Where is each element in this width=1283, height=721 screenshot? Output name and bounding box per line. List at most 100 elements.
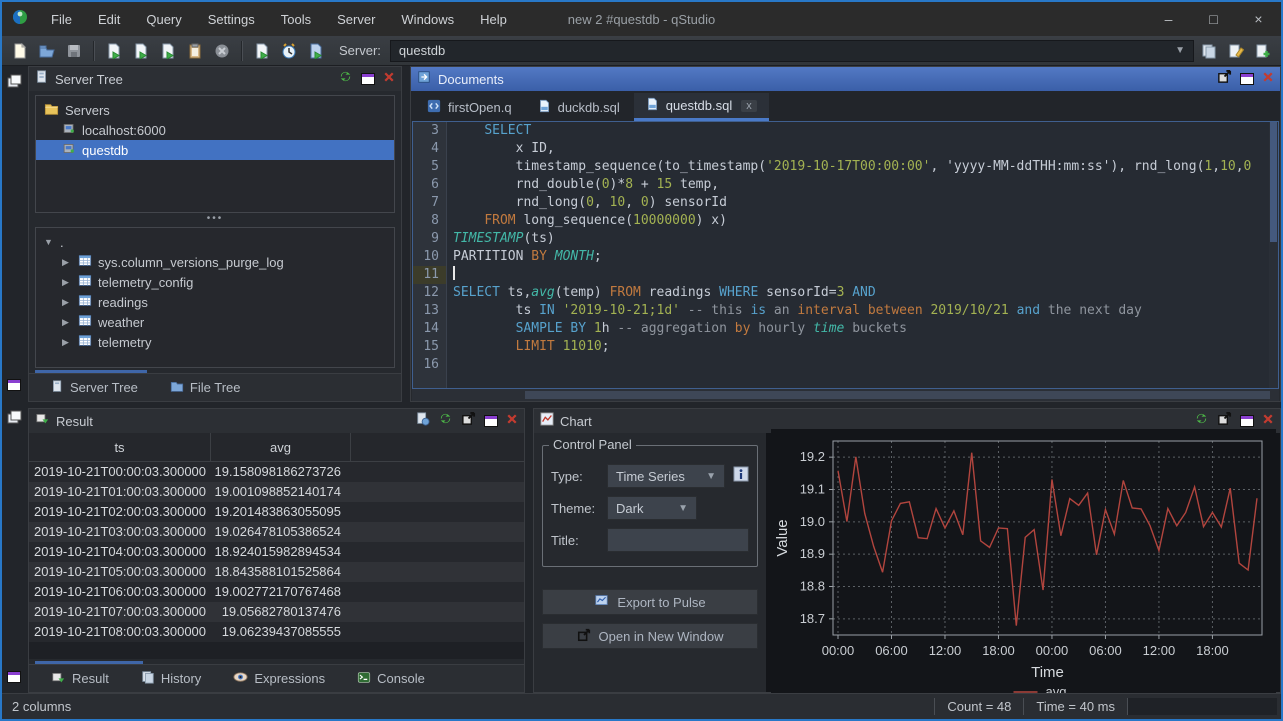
tree-item-table[interactable]: ▶weather xyxy=(36,312,394,332)
cell-ts[interactable]: 2019-10-21T07:00:03.300000 xyxy=(29,602,211,622)
cell-avg[interactable]: 19.002772170767468 xyxy=(211,582,351,602)
tree-item-table[interactable]: ▶telemetry_config xyxy=(36,272,394,292)
tree-item-servers-folder[interactable]: Servers xyxy=(36,100,394,120)
tab-expressions[interactable]: Expressions xyxy=(221,665,337,692)
code-line[interactable]: x ID, xyxy=(447,140,1278,158)
save-icon[interactable] xyxy=(62,39,86,63)
close-panel-icon[interactable] xyxy=(383,70,395,88)
table-row[interactable]: 2019-10-21T03:00:03.30000019.02647810538… xyxy=(29,522,524,542)
add-server-icon[interactable] xyxy=(1251,39,1275,63)
cell-avg[interactable]: 19.158098186273726 xyxy=(211,462,351,482)
vertical-splitter[interactable] xyxy=(525,408,533,693)
open-in-new-window-icon[interactable] xyxy=(1217,69,1232,89)
code-line[interactable]: FROM long_sequence(10000000) x) xyxy=(447,212,1278,230)
tree-item-table[interactable]: ▶telemetry xyxy=(36,332,394,352)
column-header-avg[interactable]: avg xyxy=(211,433,351,461)
minimized-panel-icon[interactable] xyxy=(7,379,21,391)
chevron-collapsed-icon[interactable]: ▶ xyxy=(62,297,72,308)
tab-file-tree[interactable]: File Tree xyxy=(158,374,253,401)
refresh-icon[interactable] xyxy=(438,411,453,431)
tab-duckdb-sql[interactable]: duckdb.sql xyxy=(526,93,632,121)
copy-server-icon[interactable] xyxy=(1197,39,1221,63)
table-row[interactable]: 2019-10-21T05:00:03.30000018.84358810152… xyxy=(29,562,524,582)
open-file-icon[interactable] xyxy=(35,39,59,63)
code-line[interactable]: rnd_long(0, 10, 0) sensorId xyxy=(447,194,1278,212)
cell-avg[interactable]: 19.05682780137476 xyxy=(211,602,351,622)
cell-avg[interactable]: 19.001098852140174 xyxy=(211,482,351,502)
cell-ts[interactable]: 2019-10-21T04:00:03.300000 xyxy=(29,542,211,562)
run-script-icon[interactable] xyxy=(250,39,274,63)
editor-hscrollbar[interactable] xyxy=(412,389,1279,401)
tree-splitter[interactable]: ••• xyxy=(29,213,401,223)
cell-avg[interactable]: 19.026478105386524 xyxy=(211,522,351,542)
tab-console[interactable]: Console xyxy=(345,665,437,692)
new-document-icon[interactable] xyxy=(8,39,32,63)
menu-query[interactable]: Query xyxy=(135,8,192,31)
menu-server[interactable]: Server xyxy=(326,8,386,31)
restore-window-icon[interactable] xyxy=(1240,415,1254,427)
cell-avg[interactable]: 19.201483863055095 xyxy=(211,502,351,522)
cell-ts[interactable]: 2019-10-21T01:00:03.300000 xyxy=(29,482,211,502)
minimize-button[interactable]: – xyxy=(1146,2,1191,36)
run-line-icon[interactable] xyxy=(129,39,153,63)
tab-result[interactable]: Result xyxy=(39,665,121,692)
script-run-icon[interactable] xyxy=(304,39,328,63)
tree-item-table[interactable]: ▶readings xyxy=(36,292,394,312)
tree-item-db-root[interactable]: ▼ . xyxy=(36,232,394,252)
theme-select[interactable]: Dark ▼ xyxy=(607,496,697,520)
restore-window-icon[interactable] xyxy=(361,73,375,85)
open-in-new-window-button[interactable]: Open in New Window xyxy=(542,623,758,649)
cell-ts[interactable]: 2019-10-21T06:00:03.300000 xyxy=(29,582,211,602)
tab-firstopen-q[interactable]: firstOpen.q xyxy=(415,93,524,121)
cell-avg[interactable]: 18.843588101525864 xyxy=(211,562,351,582)
chevron-collapsed-icon[interactable]: ▶ xyxy=(62,337,72,348)
code-line[interactable] xyxy=(447,356,1278,374)
code-line[interactable]: LIMIT 11010; xyxy=(447,338,1278,356)
open-in-new-window-icon[interactable] xyxy=(461,411,476,431)
tree-item-server-localhost[interactable]: localhost:6000 xyxy=(36,120,394,140)
restore-window-icon[interactable] xyxy=(484,415,498,427)
refresh-icon[interactable] xyxy=(338,69,353,89)
menu-file[interactable]: File xyxy=(40,8,83,31)
chevron-expanded-icon[interactable]: ▼ xyxy=(44,237,54,247)
table-row[interactable]: 2019-10-21T06:00:03.30000019.00277217076… xyxy=(29,582,524,602)
export-to-pulse-button[interactable]: Export to Pulse xyxy=(542,589,758,615)
clipboard-icon[interactable] xyxy=(183,39,207,63)
close-tab-icon[interactable]: x xyxy=(741,100,757,112)
editor-code-area[interactable]: SELECT x ID, timestamp_sequence(to_times… xyxy=(447,122,1278,388)
chevron-collapsed-icon[interactable]: ▶ xyxy=(62,257,72,268)
close-panel-icon[interactable] xyxy=(1262,70,1274,88)
code-line[interactable]: timestamp_sequence(to_timestamp('2019-10… xyxy=(447,158,1278,176)
chart-title-input[interactable] xyxy=(607,528,749,552)
menu-settings[interactable]: Settings xyxy=(197,8,266,31)
tab-server-tree[interactable]: Server Tree xyxy=(39,374,150,401)
cell-ts[interactable]: 2019-10-21T08:00:03.300000 xyxy=(29,622,211,642)
cell-ts[interactable]: 2019-10-21T03:00:03.300000 xyxy=(29,522,211,542)
cell-ts[interactable]: 2019-10-21T00:00:03.300000 xyxy=(29,462,211,482)
code-line[interactable]: TIMESTAMP(ts) xyxy=(447,230,1278,248)
tree-item-table[interactable]: ▶sys.column_versions_purge_log xyxy=(36,252,394,272)
editor-vscrollbar-thumb[interactable] xyxy=(1270,122,1277,242)
cascade-windows-icon[interactable] xyxy=(7,410,23,431)
editor-hscrollbar-thumb[interactable] xyxy=(525,391,1271,399)
export-result-icon[interactable] xyxy=(416,412,430,431)
code-line[interactable]: SELECT xyxy=(447,122,1278,140)
column-header-ts[interactable]: ts xyxy=(29,433,211,461)
table-row[interactable]: 2019-10-21T08:00:03.30000019.06239437085… xyxy=(29,622,524,642)
run-selection-icon[interactable] xyxy=(156,39,180,63)
close-panel-icon[interactable] xyxy=(1262,412,1274,430)
tree-item-server-questdb[interactable]: questdb xyxy=(36,140,394,160)
cancel-query-icon[interactable] xyxy=(210,39,234,63)
time-series-chart[interactable]: 18.718.818.919.019.119.200:0006:0012:001… xyxy=(766,433,1280,692)
chevron-collapsed-icon[interactable]: ▶ xyxy=(62,277,72,288)
code-line[interactable] xyxy=(447,266,1278,284)
restore-window-icon[interactable] xyxy=(1240,73,1254,85)
editor-vscrollbar[interactable] xyxy=(1269,122,1278,388)
close-panel-icon[interactable] xyxy=(506,412,518,430)
code-line[interactable]: rnd_double(0)*8 + 15 temp, xyxy=(447,176,1278,194)
cell-ts[interactable]: 2019-10-21T05:00:03.300000 xyxy=(29,562,211,582)
edit-server-icon[interactable] xyxy=(1224,39,1248,63)
cell-ts[interactable]: 2019-10-21T02:00:03.300000 xyxy=(29,502,211,522)
table-row[interactable]: 2019-10-21T01:00:03.30000019.00109885214… xyxy=(29,482,524,502)
table-row[interactable]: 2019-10-21T07:00:03.30000019.05682780137… xyxy=(29,602,524,622)
